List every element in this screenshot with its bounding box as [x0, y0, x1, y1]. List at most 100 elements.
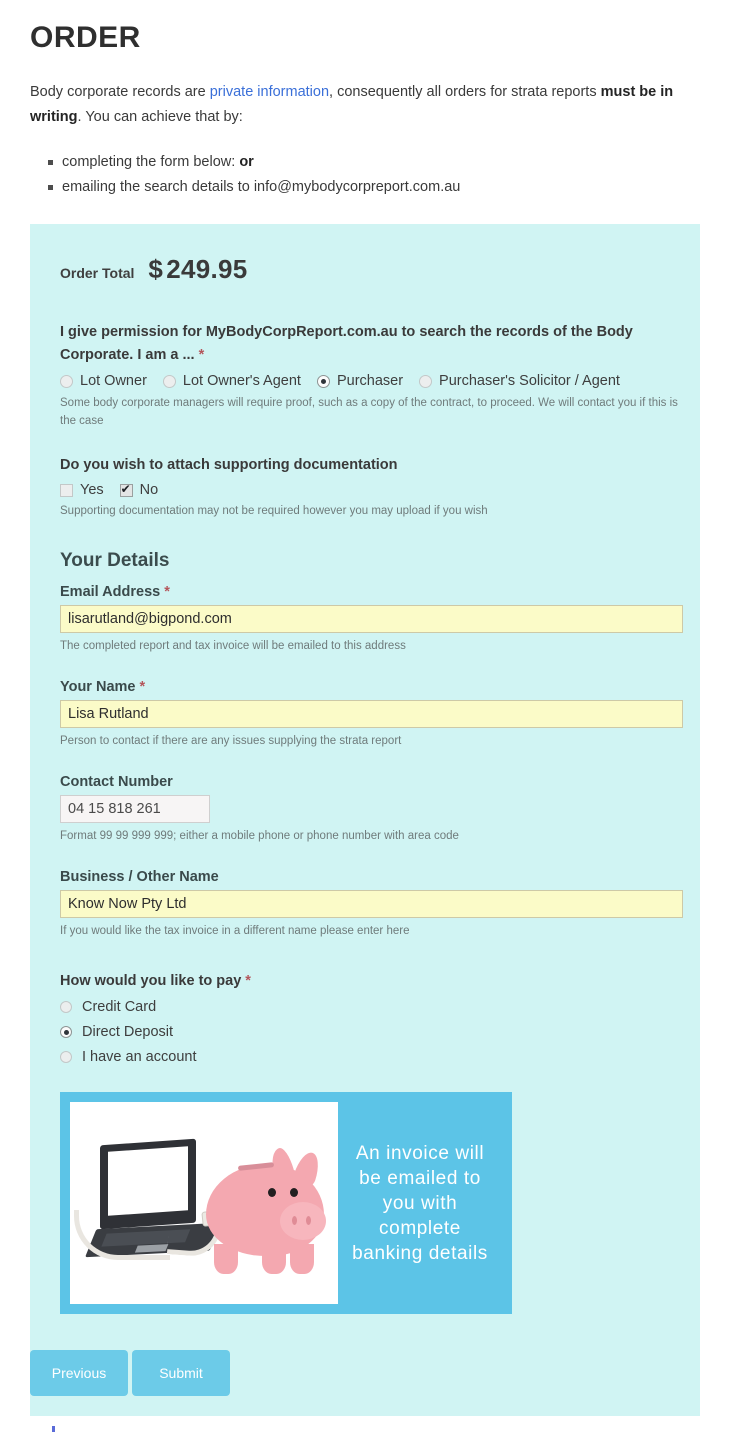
list-item: completing the form below: or: [48, 150, 729, 175]
intro-paragraph: Body corporate records are private infor…: [30, 80, 699, 130]
piggy-leg: [262, 1244, 286, 1274]
previous-button[interactable]: Previous: [30, 1350, 128, 1396]
your-details-heading: Your Details: [60, 550, 170, 571]
permission-question: I give permission for MyBodyCorpReport.c…: [60, 321, 685, 367]
contact-number-hint: Format 99 99 999 999; either a mobile ph…: [60, 830, 459, 842]
intro-text-part1: Body corporate records are: [30, 84, 210, 100]
bullet-text-1: emailing the search details to info@mybo…: [62, 179, 461, 195]
piggy-nostril: [292, 1216, 297, 1225]
radio-option-purchaser[interactable]: Purchaser: [316, 372, 404, 390]
order-total-value: $249.95: [148, 254, 247, 285]
form-button-row: Previous Submit: [30, 1350, 700, 1416]
list-item: emailing the search details to info@mybo…: [48, 175, 729, 200]
payment-method-section: How would you like to pay * Credit Card …: [30, 970, 700, 1066]
email-field-hint: The completed report and tax invoice wil…: [60, 640, 406, 652]
payment-question: How would you like to pay *: [60, 970, 685, 993]
payment-question-text: How would you like to pay: [60, 973, 242, 989]
order-form-panel: Order Total $249.95 I give permission fo…: [30, 224, 700, 1432]
contact-number-field-group: Contact Number Format 99 99 999 999; eit…: [60, 774, 700, 845]
your-details-section: Your Details Email Address * The complet…: [30, 550, 700, 940]
business-name-field-group: Business / Other Name If you would like …: [60, 869, 700, 940]
checkbox-option-no[interactable]: No: [119, 482, 159, 498]
piggy-leg: [214, 1244, 238, 1274]
radio-icon-selected[interactable]: [316, 374, 330, 388]
footer-marker-dot: [52, 1426, 55, 1432]
order-total-amount: 249.95: [166, 254, 248, 284]
name-field-label: Your Name *: [60, 679, 700, 695]
radio-option-direct-deposit[interactable]: Direct Deposit: [60, 1023, 700, 1041]
radio-label: Credit Card: [82, 999, 157, 1015]
radio-icon[interactable]: [60, 1001, 72, 1013]
radio-label: Lot Owner: [80, 373, 147, 389]
business-name-field[interactable]: [60, 890, 683, 918]
radio-label: I have an account: [82, 1049, 197, 1065]
radio-label: Lot Owner's Agent: [182, 373, 301, 389]
order-page: ORDER Body corporate records are private…: [0, 18, 729, 1432]
order-total-label: Order Total: [60, 265, 135, 281]
piggy-bank-laptop-image: [70, 1102, 338, 1304]
radio-option-i-have-an-account[interactable]: I have an account: [60, 1048, 700, 1066]
piggy-nostril: [306, 1216, 311, 1225]
piggy-bank-icon: [206, 1145, 332, 1280]
order-total-row: Order Total $249.95: [30, 254, 700, 285]
page-title: ORDER: [30, 21, 141, 54]
radio-label: Purchaser's Solicitor / Agent: [439, 373, 620, 389]
name-field-hint: Person to contact if there are any issue…: [60, 735, 402, 747]
direct-deposit-banner: An invoice will be emailed to you with c…: [60, 1092, 512, 1314]
documentation-checkbox-group: Yes No: [60, 482, 700, 498]
required-marker: *: [245, 973, 251, 989]
radio-icon[interactable]: [60, 374, 73, 388]
checkbox-label: Yes: [80, 482, 104, 498]
checkbox-label: No: [139, 482, 159, 498]
banner-text: An invoice will be emailed to you with c…: [352, 1142, 488, 1264]
intro-text-part3: . You can achieve that by:: [77, 109, 243, 125]
radio-option-credit-card[interactable]: Credit Card: [60, 998, 700, 1016]
checkbox-icon[interactable]: [60, 483, 73, 497]
radio-icon[interactable]: [419, 374, 433, 388]
private-information-link[interactable]: private information: [210, 84, 329, 100]
permission-question-text: I give permission for MyBodyCorpReport.c…: [60, 324, 633, 363]
documentation-question: Do you wish to attach supporting documen…: [60, 457, 398, 473]
business-name-hint: If you would like the tax invoice in a d…: [60, 925, 410, 937]
radio-label: Direct Deposit: [82, 1024, 174, 1040]
business-name-label: Business / Other Name: [60, 869, 219, 885]
email-field[interactable]: [60, 605, 683, 633]
required-marker: *: [198, 347, 205, 363]
email-label-text: Email Address: [60, 584, 161, 600]
permission-field-block: I give permission for MyBodyCorpReport.c…: [30, 321, 700, 430]
bullet-text-0: completing the form below:: [62, 154, 240, 170]
intro-bullet-list: completing the form below: or emailing t…: [0, 150, 729, 200]
currency-symbol: $: [148, 254, 164, 284]
piggy-eye: [268, 1188, 276, 1197]
radio-option-lot-owners-agent[interactable]: Lot Owner's Agent: [162, 372, 301, 390]
name-field-group: Your Name * Person to contact if there a…: [60, 679, 700, 750]
piggy-snout: [280, 1202, 326, 1240]
radio-icon[interactable]: [162, 374, 176, 388]
permission-hint: Some body corporate managers will requir…: [60, 397, 678, 427]
contact-number-field[interactable]: [60, 795, 210, 823]
required-marker: *: [139, 679, 146, 695]
radio-label: Purchaser: [336, 373, 404, 389]
submit-button[interactable]: Submit: [132, 1350, 230, 1396]
email-field-group: Email Address * The completed report and…: [60, 584, 700, 655]
payment-radio-group: Credit Card Direct Deposit I have an acc…: [60, 998, 700, 1066]
documentation-field-block: Do you wish to attach supporting documen…: [30, 454, 700, 520]
documentation-hint: Supporting documentation may not be requ…: [60, 505, 488, 517]
piggy-leg: [290, 1244, 314, 1274]
radio-icon-selected[interactable]: [60, 1026, 72, 1038]
intro-text-part2: , consequently all orders for strata rep…: [329, 84, 601, 100]
radio-option-lot-owner[interactable]: Lot Owner: [60, 372, 147, 390]
permission-radio-group: Lot Owner Lot Owner's Agent Purchaser Pu…: [60, 372, 700, 390]
laptop-screen-inner: [108, 1146, 188, 1216]
radio-option-purchasers-solicitor-agent[interactable]: Purchaser's Solicitor / Agent: [419, 372, 620, 390]
email-field-label: Email Address *: [60, 584, 700, 600]
radio-icon[interactable]: [60, 1051, 72, 1063]
name-field[interactable]: [60, 700, 683, 728]
bullet-bold-0: or: [239, 154, 254, 170]
checkbox-icon-checked[interactable]: [119, 482, 133, 497]
required-marker: *: [164, 584, 170, 600]
contact-number-label: Contact Number: [60, 774, 173, 790]
piggy-eye: [290, 1188, 298, 1197]
checkbox-option-yes[interactable]: Yes: [60, 482, 104, 498]
name-label-text: Your Name: [60, 679, 136, 695]
